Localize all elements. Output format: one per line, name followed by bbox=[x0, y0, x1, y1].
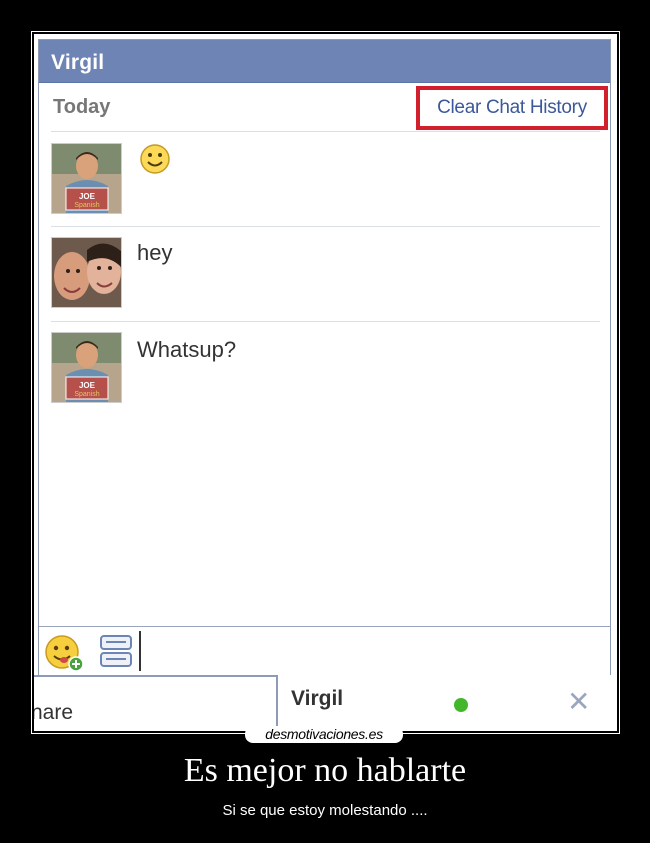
chat-bubbles-icon[interactable] bbox=[99, 633, 135, 676]
chat-window: Virgil Today Clear Chat History JOE Span… bbox=[38, 39, 611, 677]
dock-tab-label: nare bbox=[34, 701, 74, 724]
avatar-joe-image: JOE Spanish bbox=[52, 144, 121, 213]
dock-tab-name: Virgil bbox=[291, 687, 344, 710]
avatar-joe-image: JOE Spanish bbox=[52, 333, 121, 402]
divider bbox=[51, 131, 600, 132]
avatar[interactable]: JOE Spanish bbox=[51, 143, 122, 214]
online-status-icon bbox=[454, 698, 468, 712]
add-emoticon-icon[interactable] bbox=[43, 633, 85, 678]
svg-text:JOE: JOE bbox=[79, 192, 96, 201]
close-icon[interactable]: ✕ bbox=[567, 685, 590, 718]
avatar[interactable] bbox=[51, 237, 122, 308]
message-text: Whatsup? bbox=[137, 337, 237, 362]
poster-title: Es mejor no hablarte bbox=[183, 752, 467, 789]
divider bbox=[51, 321, 600, 322]
chat-input[interactable] bbox=[139, 631, 599, 671]
avatar-virgil-image bbox=[52, 238, 121, 307]
svg-text:JOE: JOE bbox=[79, 381, 96, 390]
day-label: Today bbox=[53, 96, 111, 118]
svg-text:Spanish: Spanish bbox=[74, 391, 99, 398]
chat-titlebar[interactable]: Virgil bbox=[39, 40, 610, 83]
svg-text:Spanish: Spanish bbox=[74, 202, 99, 209]
chat-screenshot: Virgil Today Clear Chat History JOE Span… bbox=[34, 34, 617, 731]
chat-title: Virgil bbox=[51, 51, 105, 74]
composer bbox=[39, 626, 610, 677]
chat-dock-tab-virgil[interactable]: Virgil ✕ bbox=[277, 675, 615, 731]
avatar[interactable]: JOE Spanish bbox=[51, 332, 122, 403]
clear-chat-history-link[interactable]: Clear Chat History bbox=[416, 86, 608, 130]
watermark: desmotivaciones.es bbox=[245, 726, 403, 743]
smiley-icon bbox=[139, 143, 171, 180]
poster-subtitle: Si se que estoy molestando .... bbox=[222, 802, 428, 819]
dock-tab[interactable]: nare bbox=[34, 675, 277, 731]
divider bbox=[51, 226, 600, 227]
message-text: hey bbox=[137, 240, 173, 265]
